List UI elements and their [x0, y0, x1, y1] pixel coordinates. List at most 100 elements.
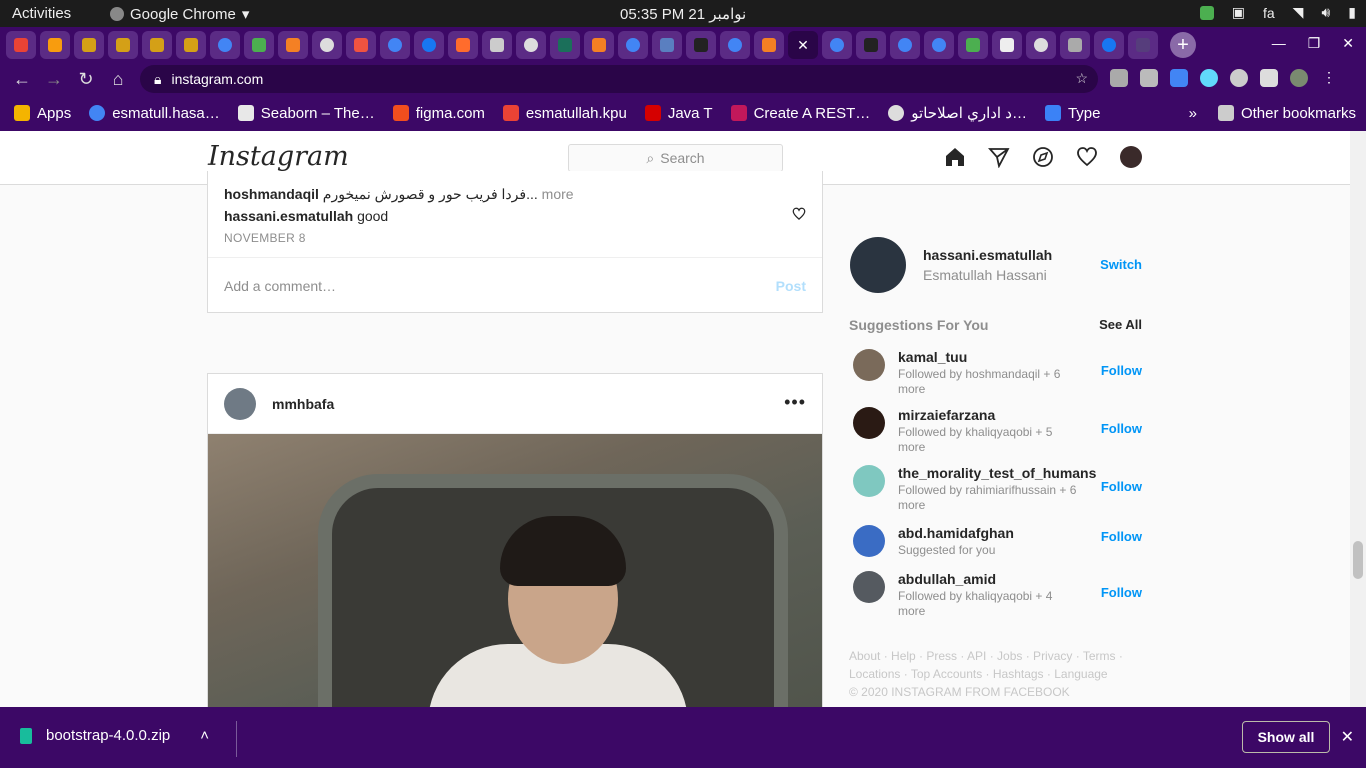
post-author-username[interactable]: mmhbafa — [272, 396, 334, 412]
current-user-avatar[interactable] — [850, 237, 906, 293]
tab-app-6[interactable] — [550, 31, 580, 59]
tab-google-4[interactable] — [720, 31, 750, 59]
bookmark-google[interactable]: esmatull.hasa… — [89, 105, 220, 122]
tab-facebook-1[interactable] — [414, 31, 444, 59]
bookmark-rest[interactable]: Create A REST… — [730, 105, 870, 122]
tab-app-8[interactable] — [856, 31, 886, 59]
tab-cpanel[interactable] — [448, 31, 478, 59]
home-icon[interactable]: ⌂ — [102, 69, 134, 90]
suggestion-username[interactable]: the_morality_test_of_humans — [898, 465, 1096, 481]
close-download-bar-icon[interactable]: ✕ — [1341, 727, 1354, 747]
tab-google-7[interactable] — [924, 31, 954, 59]
bookmark-java[interactable]: Java T — [644, 105, 713, 122]
tab-google-5[interactable] — [822, 31, 852, 59]
tab-app-2[interactable] — [108, 31, 138, 59]
tab-code[interactable] — [652, 31, 682, 59]
language-indicator[interactable]: fa — [1263, 5, 1275, 21]
suggestion-avatar[interactable] — [853, 465, 885, 497]
bookmark-figma[interactable]: figma.com — [392, 105, 485, 122]
home-icon[interactable] — [944, 146, 966, 168]
comment-username[interactable]: hassani.esmatullah — [224, 208, 353, 224]
follow-button[interactable]: Follow — [1101, 479, 1142, 494]
page-scrollbar[interactable] — [1350, 131, 1366, 707]
close-window-icon[interactable]: ✕ — [1342, 35, 1354, 52]
post-author-avatar[interactable] — [224, 388, 256, 420]
tab-laravel[interactable] — [346, 31, 376, 59]
back-icon[interactable]: ← — [6, 69, 38, 90]
tab-bootstrap[interactable] — [1128, 31, 1158, 59]
forward-icon[interactable]: → — [38, 69, 70, 90]
footer-line[interactable]: Locations · Top Accounts · Hashtags · La… — [849, 665, 1143, 683]
tab-google-1[interactable] — [210, 31, 240, 59]
other-bookmarks[interactable]: » Other bookmarks — [1189, 105, 1356, 122]
tab-facebook-2[interactable] — [1094, 31, 1124, 59]
camera-icon[interactable] — [1110, 69, 1128, 87]
suggestion-avatar[interactable] — [853, 407, 885, 439]
direct-message-icon[interactable] — [988, 146, 1010, 169]
suggestion-avatar[interactable] — [853, 571, 885, 603]
post-image[interactable] — [208, 434, 822, 707]
extensions-puzzle-icon[interactable] — [1260, 69, 1278, 87]
bookmark-seaborn[interactable]: Seaborn – The… — [237, 105, 375, 122]
profile-avatar-icon[interactable] — [1290, 69, 1308, 87]
follow-button[interactable]: Follow — [1101, 421, 1142, 436]
tab-so-2[interactable] — [584, 31, 614, 59]
tab-app-9[interactable] — [1060, 31, 1090, 59]
tab-globe-2[interactable] — [516, 31, 546, 59]
activity-heart-icon[interactable] — [1076, 146, 1098, 168]
follow-button[interactable]: Follow — [1101, 363, 1142, 378]
tab-app-4[interactable] — [176, 31, 206, 59]
tab-so-3[interactable] — [754, 31, 784, 59]
suggestion-avatar[interactable] — [853, 349, 885, 381]
system-tray[interactable]: ▣ fa ◥ 🔊︎ ▮ — [1199, 4, 1356, 21]
translate-icon[interactable] — [1170, 69, 1188, 87]
tab-github[interactable] — [1026, 31, 1056, 59]
vue-devtools-icon[interactable] — [1140, 69, 1158, 87]
comment-username[interactable]: hoshmandaqil — [224, 186, 319, 202]
follow-button[interactable]: Follow — [1101, 585, 1142, 600]
explore-icon[interactable] — [1032, 146, 1054, 168]
search-input[interactable]: ⌕ Search — [568, 144, 783, 172]
react-devtools-icon[interactable] — [1200, 69, 1218, 87]
tab-app-7[interactable] — [686, 31, 716, 59]
current-user-username[interactable]: hassani.esmatullah — [923, 247, 1052, 263]
more-link[interactable]: more — [542, 186, 574, 202]
tab-so-1[interactable] — [278, 31, 308, 59]
bookmark-persian-site[interactable]: د اداري اصلاحاتو… — [888, 104, 1027, 122]
profile-avatar[interactable] — [1120, 146, 1142, 168]
clock[interactable]: 05:35 PM 21 نوامبر — [620, 5, 746, 23]
tab-google-6[interactable] — [890, 31, 920, 59]
bookmark-star-icon[interactable]: ☆ — [1075, 70, 1088, 87]
see-all-button[interactable]: See All — [1099, 317, 1142, 332]
post-options-icon[interactable]: ••• — [784, 392, 806, 413]
tab-globe-1[interactable] — [312, 31, 342, 59]
chevron-up-icon[interactable]: ˄ — [200, 727, 209, 744]
suggestion-username[interactable]: mirzaiefarzana — [898, 407, 995, 423]
tab-w3-2[interactable] — [958, 31, 988, 59]
tab-instagram-active[interactable]: ✕ — [788, 31, 818, 59]
suggestion-avatar[interactable] — [853, 525, 885, 557]
maximize-icon[interactable]: ❐ — [1308, 35, 1321, 52]
tab-codepen[interactable] — [992, 31, 1022, 59]
suggestion-username[interactable]: kamal_tuu — [898, 349, 967, 365]
tab-google-2[interactable] — [380, 31, 410, 59]
tab-w3-1[interactable] — [244, 31, 274, 59]
bookmark-gmail[interactable]: esmatullah.kpu — [502, 105, 627, 122]
download-item[interactable]: bootstrap-4.0.0.zip ˄ — [20, 727, 209, 744]
tab-google-3[interactable] — [618, 31, 648, 59]
reload-icon[interactable]: ↻ — [70, 69, 102, 90]
suggestion-username[interactable]: abdullah_amid — [898, 571, 996, 587]
new-tab-button[interactable]: + — [1170, 32, 1196, 58]
extension-circle-icon[interactable] — [1230, 69, 1248, 87]
menu-kebab-icon[interactable]: ⋮ — [1320, 69, 1338, 87]
post-comment-button[interactable]: Post — [776, 278, 806, 294]
minimize-icon[interactable]: — — [1272, 35, 1286, 52]
tab-phpmyadmin[interactable] — [40, 31, 70, 59]
bookmarks-overflow-icon[interactable]: » — [1189, 105, 1197, 122]
show-all-downloads-button[interactable]: Show all — [1242, 721, 1330, 753]
follow-button[interactable]: Follow — [1101, 529, 1142, 544]
scrollbar-thumb[interactable] — [1353, 541, 1363, 579]
activities-button[interactable]: Activities — [12, 5, 71, 22]
bookmark-apps[interactable]: Apps — [14, 105, 71, 122]
bookmark-type[interactable]: Type — [1044, 105, 1100, 122]
